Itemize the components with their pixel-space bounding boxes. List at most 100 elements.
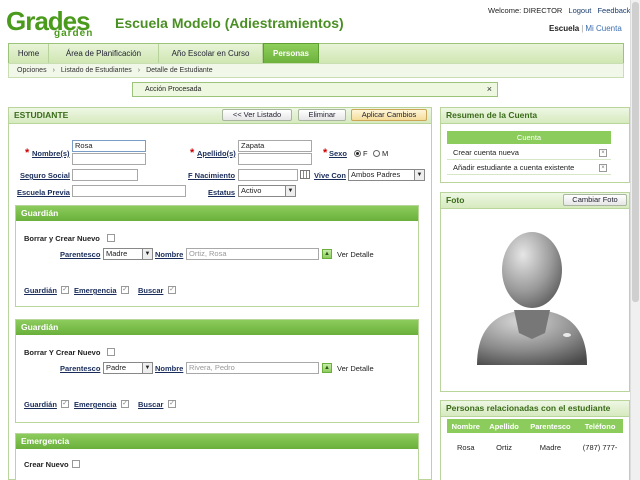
middle-name-input[interactable] (72, 153, 146, 165)
page-scrollbar[interactable] (630, 0, 640, 480)
create-new-checkbox[interactable] (72, 460, 80, 468)
delete-button[interactable]: Eliminar (298, 109, 346, 121)
search-flag-checkbox[interactable]: ✓ (168, 400, 176, 408)
sex-m-radio[interactable] (373, 150, 380, 157)
guardian-name-input[interactable]: Rivera, Pedro (186, 362, 319, 374)
tab-home[interactable]: Home (9, 44, 49, 63)
relation-value: Madre (106, 249, 128, 258)
create-account-item[interactable]: Crear cuenta nueva × (447, 147, 611, 160)
birth-date-input[interactable] (238, 169, 298, 181)
prev-school-label: Escuela Previa (17, 188, 70, 197)
related-people-title: Personas relacionadas con el estudiante (441, 401, 629, 417)
breadcrumb-options[interactable]: Opciones (17, 67, 47, 74)
my-account-link[interactable]: Mi Cuenta (585, 24, 621, 33)
relation-label: Parentesco (60, 364, 101, 373)
column-header: Apellido (484, 419, 524, 433)
chevron-down-icon: ▼ (285, 186, 295, 196)
view-detail-link[interactable]: Ver Detalle (337, 364, 374, 373)
column-header: Parentesco (523, 419, 578, 433)
relation-select[interactable]: Madre ▼ (103, 248, 153, 260)
logout-link[interactable]: Logout (568, 6, 591, 15)
table-cell: (787) 777- (582, 442, 618, 452)
table-row[interactable]: Rosa Ortiz Madre (787) 777- (447, 433, 623, 461)
chevron-down-icon: ▼ (142, 249, 152, 259)
table-header-row: Nombre Apellido Parentesco Teléfono (447, 419, 623, 433)
add-to-account-item[interactable]: Añadir estudiante a cuenta existente × (447, 162, 611, 175)
guardian-section-2: Guardián Borrar Y Crear Nuevo Parentesco… (15, 319, 419, 423)
second-last-name-input[interactable] (238, 153, 312, 165)
emergency-flag-checkbox[interactable]: ✓ (121, 286, 129, 294)
breadcrumb-current: Detalle de Estudiante (146, 67, 213, 74)
photo-panel: Foto Cambiar Foto (440, 192, 630, 392)
first-name-label: Nombre(s) (32, 149, 70, 158)
add-to-account-label: Añadir estudiante a cuenta existente (453, 163, 575, 172)
status-value: Activo (241, 186, 262, 195)
change-photo-button[interactable]: Cambiar Foto (563, 194, 627, 206)
erase-create-label: Borrar y Crear Nuevo (24, 234, 100, 243)
welcome-text: Welcome: DIRECTOR (488, 6, 563, 15)
erase-create-checkbox[interactable] (107, 348, 115, 356)
lives-with-value: Ambos Padres (351, 170, 401, 179)
scrollbar-thumb[interactable] (632, 2, 639, 302)
sex-m-label: M (382, 149, 389, 158)
account-summary-panel: Resumen de la Cuenta Cuenta Crear cuenta… (440, 107, 630, 183)
view-detail-link[interactable]: Ver Detalle (337, 250, 374, 259)
school-link[interactable]: Escuela (549, 24, 579, 33)
logo-subtext: garden (54, 28, 94, 39)
tab-people[interactable]: Personas (263, 43, 319, 64)
lives-with-select[interactable]: Ambos Padres ▼ (348, 169, 425, 181)
search-flag-label: Buscar (138, 286, 164, 295)
tab-planning[interactable]: Área de Planificación (49, 44, 159, 63)
sex-f-radio[interactable] (354, 150, 361, 157)
school-links: Escuela | Mi Cuenta (549, 24, 622, 33)
lives-with-label: Vive Con (314, 171, 346, 180)
required-marker: * (190, 147, 195, 159)
last-name-input[interactable]: Zapata (238, 140, 312, 152)
main-nav: Home Área de Planificación Año Escolar e… (8, 43, 624, 64)
chevron-down-icon: ▼ (414, 170, 424, 180)
ssn-input[interactable] (72, 169, 138, 181)
guardian-flag-checkbox[interactable]: ✓ (61, 286, 69, 294)
erase-create-label: Borrar Y Crear Nuevo (24, 348, 101, 357)
school-title: Escuela Modelo (Adiestramientos) (115, 15, 344, 31)
gradesgarden-logo[interactable]: Grades garden (6, 6, 104, 40)
relation-value: Padre (106, 363, 127, 372)
breadcrumb-student-list[interactable]: Listado de Estudiantes (61, 67, 132, 74)
status-select[interactable]: Activo ▼ (238, 185, 296, 197)
top-links: Welcome: DIRECTOR Logout Feedback (484, 6, 630, 15)
close-icon[interactable]: × (487, 83, 492, 96)
last-name-label: Apellido(s) (197, 149, 236, 158)
create-account-label: Crear cuenta nueva (453, 148, 519, 157)
guardian-flag-label: Guardián (24, 286, 57, 295)
related-people-table: Nombre Apellido Parentesco Teléfono Rosa… (447, 419, 623, 461)
sex-f-label: F (363, 149, 368, 158)
sex-label: Sexo (329, 149, 347, 158)
guardian-name-input[interactable]: Ortiz, Rosa (186, 248, 319, 260)
feedback-link[interactable]: Feedback (597, 6, 630, 15)
guardian-title: Guardián (16, 320, 418, 335)
apply-changes-button[interactable]: Aplicar Cambios (351, 109, 427, 121)
chevron-up-icon[interactable]: ▲ (322, 249, 332, 259)
avatar-placeholder-icon (477, 232, 587, 365)
name-label: Nombre (155, 250, 184, 259)
tab-school-year[interactable]: Año Escolar en Curso (159, 44, 263, 63)
calendar-icon[interactable] (300, 170, 310, 179)
chevron-up-icon[interactable]: ▲ (322, 363, 332, 373)
back-to-list-button[interactable]: << Ver Listado (222, 109, 292, 121)
guardian-flag-checkbox[interactable]: ✓ (61, 400, 69, 408)
prev-school-input[interactable] (72, 185, 186, 197)
search-flag-label: Buscar (138, 400, 164, 409)
ssn-label: Seguro Social (20, 171, 71, 180)
status-label: Estatus (208, 188, 236, 197)
emergency-flag-checkbox[interactable]: ✓ (121, 400, 129, 408)
add-icon: × (599, 149, 607, 157)
column-header: Nombre (447, 419, 485, 433)
search-flag-checkbox[interactable]: ✓ (168, 286, 176, 294)
first-name-input[interactable]: Rosa (72, 140, 146, 152)
table-cell: Ortiz (496, 442, 512, 452)
guardian-flag-label: Guardián (24, 400, 57, 409)
erase-create-checkbox[interactable] (107, 234, 115, 242)
name-label: Nombre (155, 364, 184, 373)
relation-select[interactable]: Padre ▼ (103, 362, 153, 374)
guardian-title: Guardián (16, 206, 418, 221)
